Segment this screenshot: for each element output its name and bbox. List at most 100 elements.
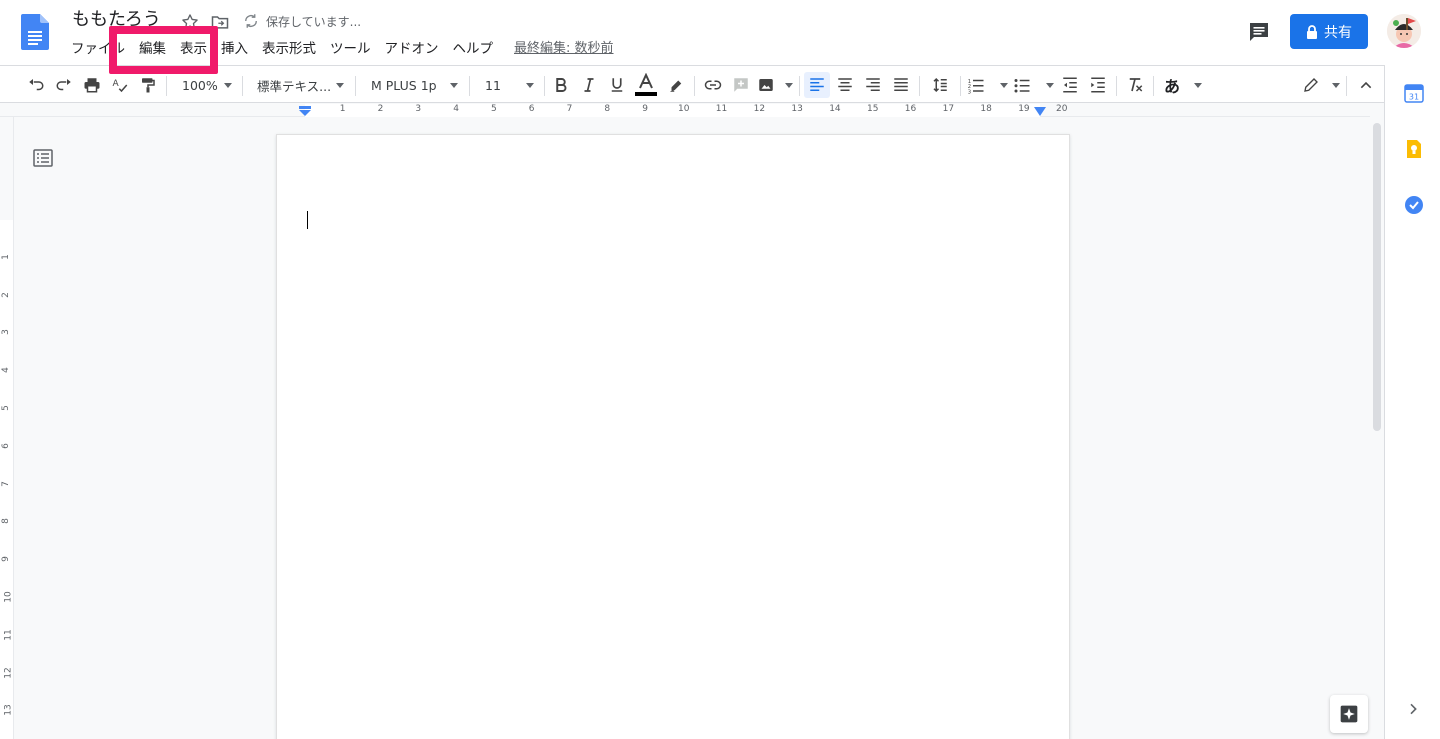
ruler-tick-label: 6 xyxy=(528,104,535,114)
toolbar-separator xyxy=(1346,76,1347,96)
menu-tools[interactable]: ツール xyxy=(323,37,378,61)
keep-icon[interactable] xyxy=(1404,139,1424,159)
ruler-tick-label: 10 xyxy=(3,591,14,603)
ruler-tick-label: 7 xyxy=(566,104,573,114)
numbered-list-icon[interactable]: 123 xyxy=(966,72,1008,98)
tasks-icon[interactable] xyxy=(1404,195,1424,215)
header: ももたろう 保存しています... ファイル 編集 表示 挿入 表示形式 ツール … xyxy=(0,0,1440,74)
menu-format[interactable]: 表示形式 xyxy=(255,37,323,61)
editing-mode-select[interactable] xyxy=(1302,72,1340,98)
font-size-select[interactable]: 11 xyxy=(476,72,538,98)
last-edit-link[interactable]: 最終編集: 数秒前 xyxy=(500,37,614,61)
print-icon[interactable] xyxy=(80,72,104,98)
explore-button[interactable] xyxy=(1330,695,1368,733)
chevron-down-icon xyxy=(1000,82,1008,88)
text-cursor xyxy=(307,211,308,229)
chevron-right-icon[interactable] xyxy=(1405,701,1421,717)
scrollbar-thumb[interactable] xyxy=(1373,123,1381,431)
ruler-tick-label: 1 xyxy=(0,253,11,260)
menu-view[interactable]: 表示 xyxy=(173,37,214,61)
sync-icon xyxy=(242,12,260,30)
document-page[interactable] xyxy=(276,134,1070,739)
ruler-tick-label: 9 xyxy=(0,556,11,563)
ruler-tick-label: 3 xyxy=(415,104,422,114)
docs-logo-icon[interactable] xyxy=(21,14,49,50)
menu-addons[interactable]: アドオン xyxy=(378,37,446,61)
spellcheck-icon[interactable]: A xyxy=(108,72,132,98)
ruler-tick-label: 2 xyxy=(377,104,384,114)
line-spacing-icon[interactable] xyxy=(927,72,953,98)
ruler-tick-label: 18 xyxy=(980,104,992,114)
chevron-down-icon xyxy=(526,82,534,88)
pencil-icon xyxy=(1304,78,1318,92)
link-icon[interactable] xyxy=(701,72,725,98)
align-justify-icon[interactable] xyxy=(889,72,913,98)
paint-format-icon[interactable] xyxy=(136,72,160,98)
document-title[interactable]: ももたろう xyxy=(72,8,161,32)
ruler-tick-label: 1 xyxy=(339,104,346,114)
undo-icon[interactable] xyxy=(24,72,48,98)
decrease-indent-icon[interactable] xyxy=(1058,72,1082,98)
toolbar-separator xyxy=(799,76,800,96)
increase-indent-icon[interactable] xyxy=(1086,72,1110,98)
ruler-tick-label: 12 xyxy=(753,104,766,114)
ruler-tick-label: 15 xyxy=(867,104,879,114)
bulleted-list-icon[interactable] xyxy=(1012,72,1054,98)
bold-icon[interactable] xyxy=(549,72,573,98)
toolbar-separator xyxy=(1116,76,1117,96)
ruler-tick-label: 2 xyxy=(0,291,11,298)
chevron-down-icon xyxy=(785,82,793,88)
input-method-value: あ xyxy=(1164,77,1181,96)
share-button[interactable]: 共有 xyxy=(1290,14,1368,49)
align-left-icon[interactable] xyxy=(804,72,830,98)
zoom-select[interactable]: 100% xyxy=(172,72,236,98)
menu-help[interactable]: ヘルプ xyxy=(446,37,501,61)
add-comment-icon[interactable] xyxy=(729,72,753,98)
input-tools-select[interactable]: あ xyxy=(1160,72,1202,98)
chevron-down-icon xyxy=(1046,82,1054,88)
vertical-scrollbar[interactable] xyxy=(1370,117,1384,739)
star-icon[interactable] xyxy=(180,12,200,32)
menu-file[interactable]: ファイル xyxy=(64,37,132,61)
horizontal-ruler[interactable]: 1 2 3 4 5 6 7 8 9 10 11 12 13 14 15 16 17 18 19 20 xyxy=(0,103,1370,117)
comment-history-icon[interactable] xyxy=(1246,20,1272,44)
ruler-tick-label: 12 xyxy=(3,666,14,679)
toolbar-separator xyxy=(1153,76,1154,96)
chevron-down-icon xyxy=(1194,82,1202,88)
menu-insert[interactable]: 挿入 xyxy=(214,37,255,61)
ruler-tick-label: 7 xyxy=(0,480,11,487)
collapse-menus-icon[interactable] xyxy=(1354,72,1378,98)
toolbar: A 100% 標準テキス... M PLUS 1p 11 1 2 3 あ xyxy=(0,65,1384,103)
text-color-icon[interactable] xyxy=(633,72,659,98)
underline-icon[interactable] xyxy=(605,72,629,98)
move-to-folder-icon[interactable] xyxy=(210,12,230,32)
insert-image-icon[interactable] xyxy=(757,72,793,98)
highlight-color-icon[interactable] xyxy=(664,72,688,98)
vertical-ruler[interactable]: 1234567891011121314 xyxy=(0,117,14,739)
ruler-tick-label: 5 xyxy=(491,104,497,114)
ruler-tick-label: 19 xyxy=(1018,104,1030,114)
share-button-label: 共有 xyxy=(1324,24,1352,41)
docs-app: ももたろう 保存しています... ファイル 編集 表示 挿入 表示形式 ツール … xyxy=(0,0,1440,739)
toolbar-separator xyxy=(960,76,961,96)
ruler-tick-label: 4 xyxy=(453,104,459,114)
toolbar-separator xyxy=(166,76,167,96)
toolbar-separator xyxy=(544,76,545,96)
calendar-icon[interactable]: 31 xyxy=(1404,83,1424,103)
italic-icon[interactable] xyxy=(577,72,601,98)
right-indent-marker-icon[interactable] xyxy=(1034,107,1046,116)
menu-edit[interactable]: 編集 xyxy=(132,37,173,61)
svg-text:3: 3 xyxy=(968,89,971,94)
font-family-select[interactable]: M PLUS 1p xyxy=(362,72,462,98)
left-indent-marker-icon[interactable] xyxy=(299,106,311,116)
document-outline-icon[interactable] xyxy=(33,149,53,167)
align-center-icon[interactable] xyxy=(833,72,857,98)
clear-formatting-icon[interactable] xyxy=(1123,72,1147,98)
account-avatar[interactable] xyxy=(1387,14,1421,48)
redo-icon[interactable] xyxy=(52,72,76,98)
paragraph-style-select[interactable]: 標準テキス... xyxy=(248,72,348,98)
document-canvas: 1 2 3 4 5 6 7 8 9 10 11 12 13 14 15 16 17 18 19 20 12345678… xyxy=(0,103,1384,739)
zoom-value: 100% xyxy=(182,77,218,93)
ruler-tick-label: 5 xyxy=(0,405,11,411)
align-right-icon[interactable] xyxy=(861,72,885,98)
